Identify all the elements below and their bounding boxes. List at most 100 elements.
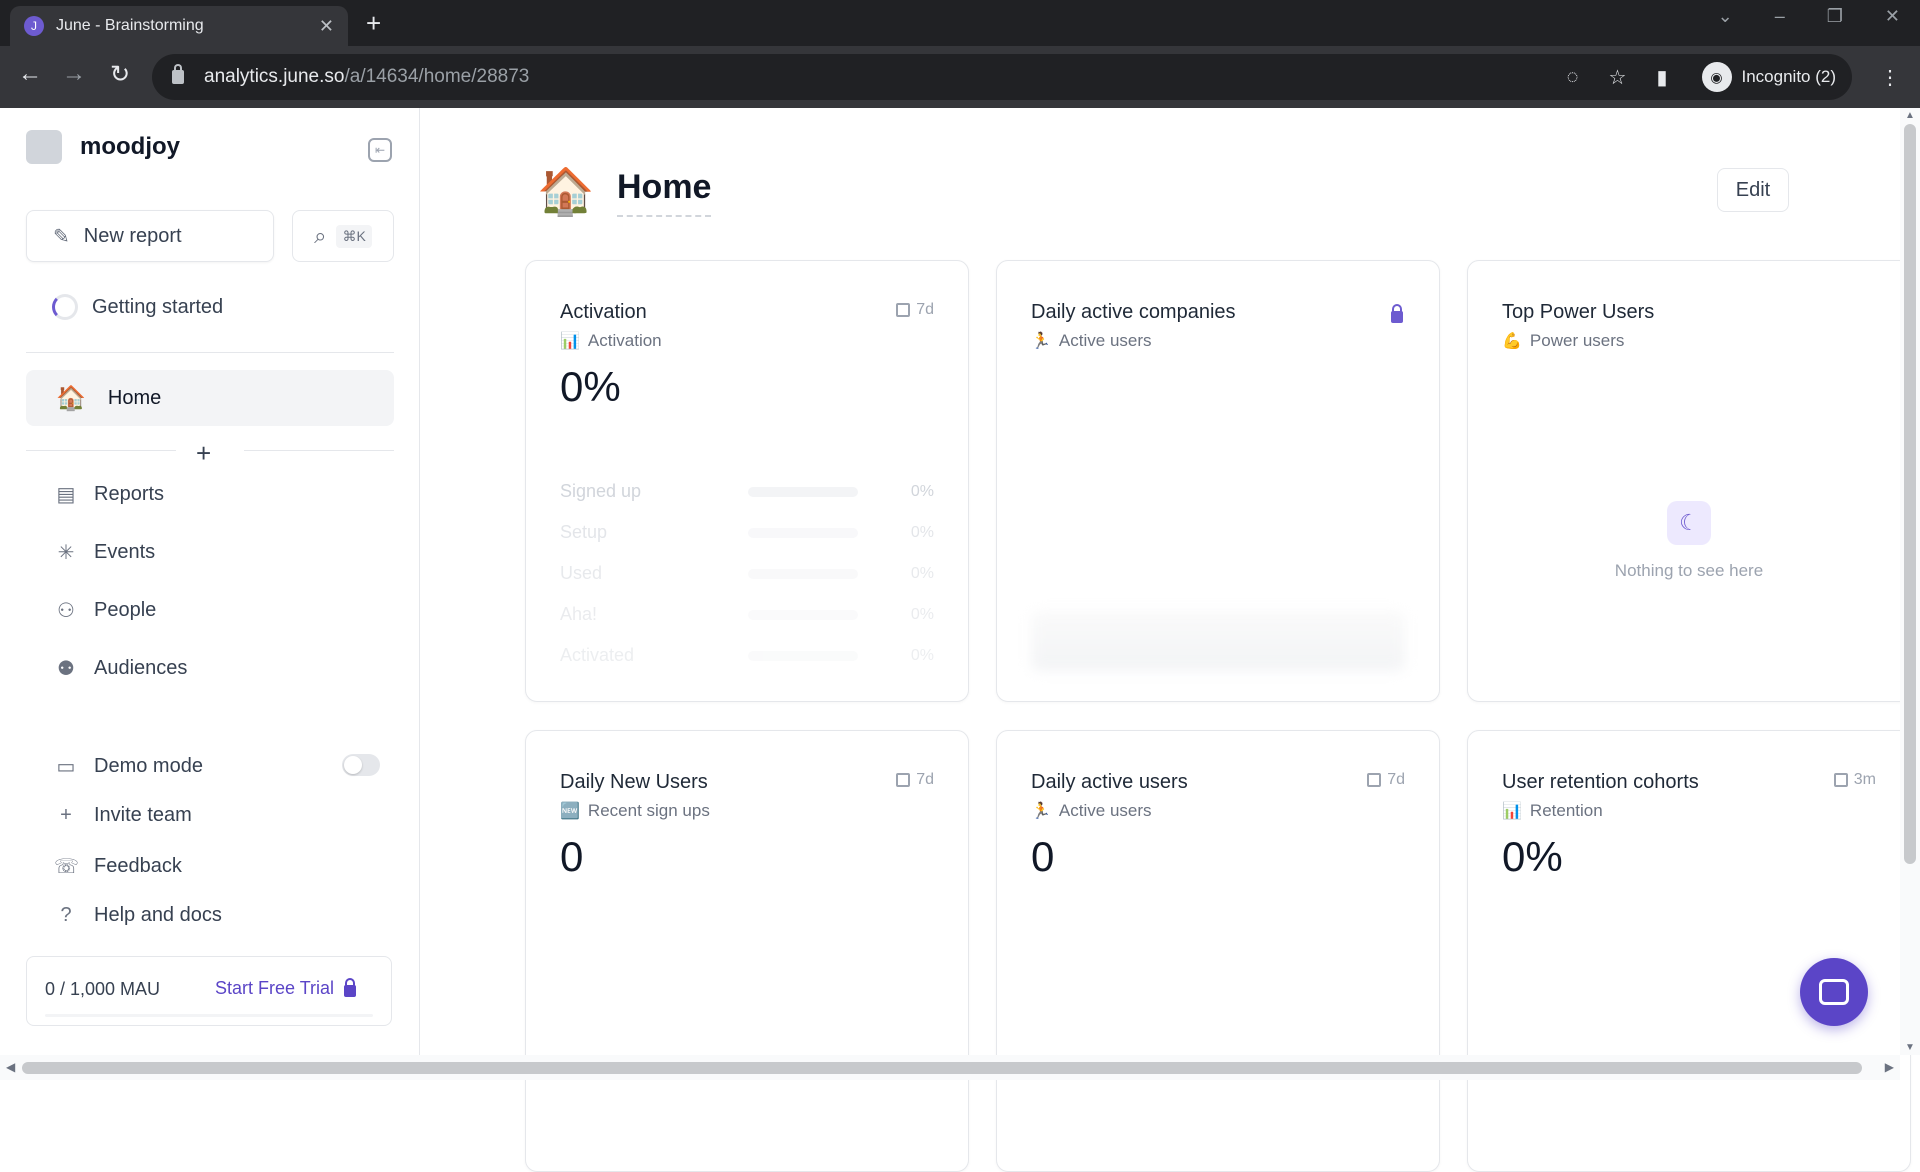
card-period: 7d: [1367, 771, 1405, 789]
scroll-down-icon[interactable]: ▼: [1905, 1042, 1915, 1053]
sidebar-item-reports[interactable]: ▤ Reports: [54, 482, 164, 507]
flexed-arm-icon: 💪: [1502, 333, 1522, 350]
report-card-daily-new-users[interactable]: Daily New Users 7d 🆕 Recent sign ups 0: [525, 730, 969, 1172]
menu-kebab-icon[interactable]: ⋮: [1880, 65, 1900, 90]
runner-icon: 🏃: [1031, 333, 1051, 350]
incognito-label: Incognito (2): [1741, 67, 1837, 86]
card-subtitle: 🏃 Active users: [1031, 801, 1152, 821]
calendar-icon: [896, 773, 911, 787]
card-title: Daily active users: [1031, 771, 1188, 793]
new-report-label: New report: [83, 224, 182, 247]
incognito-button[interactable]: ◉ Incognito (2): [1697, 58, 1850, 96]
lock-icon: [172, 64, 184, 84]
support-chat-button[interactable]: [1800, 958, 1868, 1026]
sidebar-item-label: Invite team: [94, 804, 192, 826]
moon-icon: ☾: [1667, 501, 1711, 545]
search-button[interactable]: ⌕ ⌘K: [292, 210, 394, 262]
funnel-value: 0%: [910, 523, 934, 541]
divider: [244, 450, 394, 451]
start-trial-label: Start Free Trial: [215, 978, 335, 998]
card-value: 0%: [1502, 833, 1563, 880]
bar-chart-icon: 📊: [1502, 803, 1522, 820]
workspace-switcher[interactable]: moodjoy: [26, 130, 180, 164]
card-subtitle: 🏃 Active users: [1031, 331, 1152, 351]
workspace-logo: [26, 130, 62, 164]
card-subtitle: 💪 Power users: [1502, 331, 1624, 351]
sidebar-item-label: Feedback: [94, 855, 182, 877]
funnel-row: Signed up 0%: [560, 471, 934, 512]
funnel-label: Signed up: [560, 481, 642, 501]
chat-icon: [1819, 979, 1849, 1005]
activation-funnel: Signed up 0% Setup 0% Used 0% Aha! 0% Activa…: [560, 471, 934, 676]
horizontal-scrollbar[interactable]: ◀ ▶: [0, 1055, 1900, 1080]
vertical-scrollbar[interactable]: ▲ ▼: [1900, 108, 1920, 1055]
funnel-row: Aha! 0%: [560, 594, 934, 635]
start-free-trial-link[interactable]: Start Free Trial: [215, 977, 357, 999]
new-tab-button[interactable]: +: [366, 10, 381, 36]
subtitle-label: Retention: [1529, 801, 1603, 820]
report-card-activation[interactable]: Activation 7d 📊 Activation 0% Signed up 0%…: [525, 260, 969, 702]
sidebar-item-label: Demo mode: [94, 755, 203, 777]
sidebar-item-label: Home: [107, 386, 162, 409]
collapse-sidebar-icon[interactable]: ⇤: [368, 138, 392, 162]
tab-search-icon[interactable]: ⌄: [1718, 6, 1733, 27]
demo-mode-toggle[interactable]: [342, 754, 380, 776]
sidebar-item-feedback[interactable]: ☏ Feedback: [54, 854, 182, 879]
funnel-label: Aha!: [560, 604, 598, 624]
close-window-icon[interactable]: ✕: [1885, 6, 1900, 27]
sidebar: moodjoy ⇤ ✎ New report ⌕ ⌘K Getting star…: [0, 108, 420, 1055]
report-card-top-power-users[interactable]: Top Power Users 💪 Power users ☾ Nothing t…: [1467, 260, 1911, 702]
edit-button[interactable]: Edit: [1717, 168, 1789, 212]
card-subtitle: 📊 Retention: [1502, 801, 1603, 821]
add-page-button[interactable]: +: [196, 438, 211, 469]
page-title[interactable]: Home: [617, 168, 712, 217]
scrollbar-thumb[interactable]: [1904, 124, 1916, 864]
scroll-up-icon[interactable]: ▲: [1905, 110, 1915, 121]
card-value: 0%: [560, 363, 621, 410]
scroll-left-icon[interactable]: ◀: [6, 1060, 15, 1074]
card-title: Daily active companies: [1031, 301, 1236, 323]
side-panel-icon[interactable]: ▮: [1656, 65, 1667, 90]
subtitle-label: Power users: [1529, 331, 1625, 350]
tracking-blocked-icon[interactable]: ◌: [1567, 66, 1579, 89]
home-icon: 🏠: [56, 384, 86, 412]
funnel-bar: [748, 486, 858, 497]
back-button[interactable]: ←: [14, 60, 46, 88]
report-card-user-retention-cohorts[interactable]: User retention cohorts 3m 📊 Retention 0%: [1467, 730, 1911, 1172]
new-report-button[interactable]: ✎ New report: [26, 210, 274, 262]
card-title: Top Power Users: [1502, 301, 1655, 323]
sidebar-item-label: Audiences: [94, 657, 188, 679]
sidebar-item-demo-mode[interactable]: ▭ Demo mode: [54, 754, 203, 779]
scrollbar-thumb[interactable]: [22, 1062, 1862, 1074]
browser-tab[interactable]: J June - Brainstorming ✕: [10, 6, 348, 46]
calendar-icon: [896, 303, 911, 317]
close-tab-icon[interactable]: ✕: [319, 16, 334, 37]
incognito-icon: ◉: [1701, 62, 1732, 92]
bookmark-star-icon[interactable]: ☆: [1609, 65, 1627, 90]
funnel-bar: [748, 609, 858, 620]
report-card-daily-active-users[interactable]: Daily active users 7d 🏃 Active users 0: [996, 730, 1440, 1172]
main-content: 🏠 Home Edit Activation 7d 📊 Activation 0%…: [421, 108, 1911, 1172]
scroll-right-icon[interactable]: ▶: [1885, 1060, 1894, 1074]
card-value: 0: [1031, 833, 1055, 880]
sidebar-item-audiences[interactable]: ⚉ Audiences: [54, 656, 187, 681]
minimize-icon[interactable]: –: [1775, 6, 1785, 27]
empty-state: ☾ Nothing to see here: [1468, 501, 1910, 581]
tab-title: June - Brainstorming: [56, 17, 204, 34]
forward-button[interactable]: →: [58, 60, 90, 88]
sidebar-item-home[interactable]: 🏠 Home: [26, 370, 394, 426]
url-path: /a/14634/home/28873: [344, 66, 530, 87]
reload-button[interactable]: ↻: [104, 60, 136, 89]
report-card-daily-active-companies[interactable]: Daily active companies 🏃 Active users: [996, 260, 1440, 702]
sidebar-item-invite-team[interactable]: + Invite team: [54, 804, 192, 827]
audiences-icon: ⚉: [57, 658, 75, 680]
restore-icon[interactable]: ❐: [1827, 6, 1843, 27]
sidebar-item-label: Reports: [94, 483, 165, 505]
subtitle-label: Active users: [1058, 331, 1152, 350]
funnel-value: 0%: [910, 482, 934, 500]
funnel-value: 0%: [910, 564, 934, 582]
getting-started-link[interactable]: Getting started: [52, 294, 223, 320]
sidebar-item-people[interactable]: ⚇ People: [54, 598, 156, 623]
sidebar-item-events[interactable]: ✳ Events: [54, 540, 156, 565]
sidebar-item-help[interactable]: ? Help and docs: [54, 904, 221, 927]
